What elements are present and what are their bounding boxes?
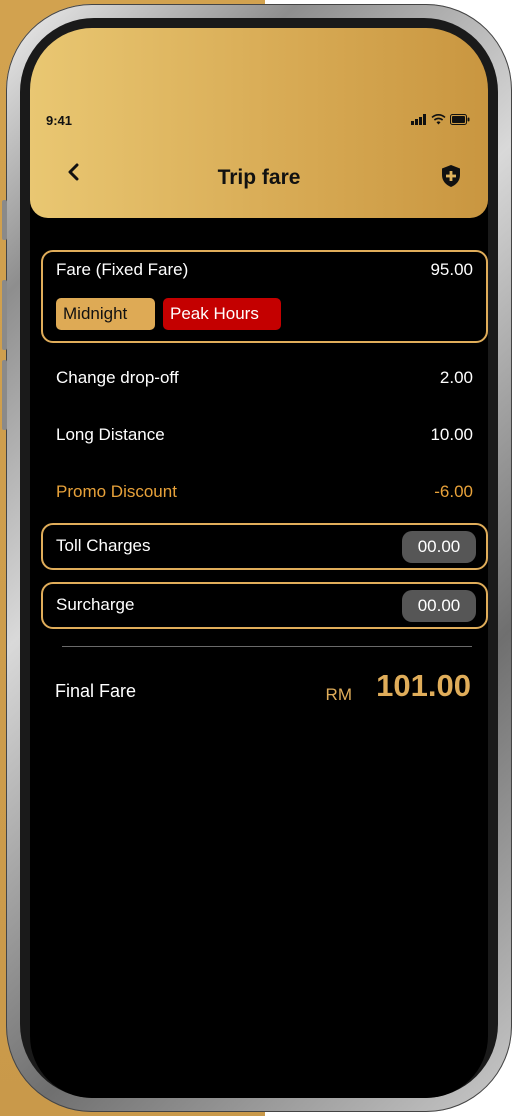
promo-discount-value: -6.00: [434, 482, 473, 501]
toll-charges-input[interactable]: 00.00: [402, 531, 476, 563]
side-button: [2, 200, 7, 240]
phone-screen: 9:41 Trip fare Fare (Fixed Fare) 95.00 M…: [30, 28, 488, 1098]
surcharge-input[interactable]: 00.00: [402, 590, 476, 622]
tag-midnight: Midnight: [56, 298, 155, 330]
tag-peak-hours: Peak Hours: [163, 298, 281, 330]
change-dropoff-label: Change drop-off: [56, 368, 179, 387]
fare-breakdown: Fare (Fixed Fare) 95.00 Midnight Peak Ho…: [30, 28, 488, 1098]
long-distance-label: Long Distance: [56, 425, 165, 444]
long-distance-value: 10.00: [430, 425, 473, 444]
fare-value: 95.00: [430, 260, 473, 279]
promo-discount-label: Promo Discount: [56, 482, 177, 501]
side-button: [2, 360, 7, 430]
toll-charges-label: Toll Charges: [56, 536, 151, 555]
side-button: [2, 280, 7, 350]
final-fare-currency: RM: [325, 685, 352, 704]
change-dropoff-value: 2.00: [439, 368, 473, 387]
surcharge-label: Surcharge: [56, 595, 135, 614]
final-fare-label: Final Fare: [55, 681, 137, 701]
fare-label: Fare (Fixed Fare): [56, 260, 189, 279]
final-fare-amount: 101.00: [376, 668, 471, 703]
divider: [62, 646, 472, 647]
